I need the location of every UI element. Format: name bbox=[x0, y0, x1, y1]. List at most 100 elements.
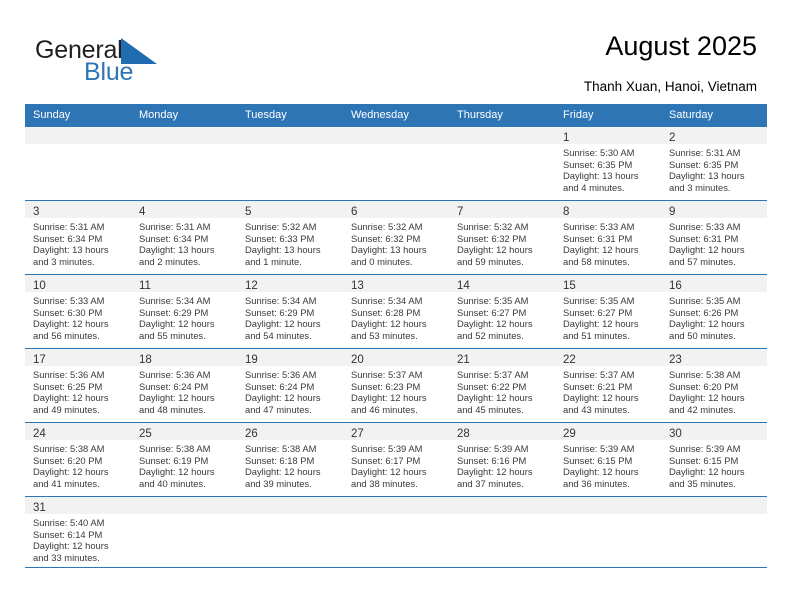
daylight-text-line1: Daylight: 12 hours bbox=[457, 392, 533, 404]
calendar-day-cell[interactable]: 2 Sunrise: 5:31 AM Sunset: 6:35 PM Daylight… bbox=[661, 126, 767, 201]
day-sun-info: Sunrise: 5:34 AM Sunset: 6:28 PM Daylight:… bbox=[343, 292, 449, 342]
calendar-day-cell[interactable]: 8 Sunrise: 5:33 AM Sunset: 6:31 PM Daylight… bbox=[555, 200, 661, 275]
day-number-band: 20 bbox=[343, 349, 449, 366]
sunset-text: Sunset: 6:23 PM bbox=[351, 380, 421, 392]
daylight-text-line2: and 58 minutes. bbox=[563, 256, 630, 268]
calendar-day-cell[interactable]: 18 Sunrise: 5:36 AM Sunset: 6:24 PM Dayligh… bbox=[131, 348, 237, 423]
calendar-day-cell[interactable]: 5 Sunrise: 5:32 AM Sunset: 6:33 PM Daylight… bbox=[237, 200, 343, 275]
day-number: 10 bbox=[33, 280, 46, 292]
day-sun-info: Sunrise: 5:36 AM Sunset: 6:24 PM Daylight:… bbox=[131, 366, 237, 416]
day-cell-inner bbox=[555, 497, 661, 570]
calendar-day-cell[interactable]: 21 Sunrise: 5:37 AM Sunset: 6:22 PM Dayligh… bbox=[449, 348, 555, 423]
sunrise-text: Sunrise: 5:30 AM bbox=[563, 147, 635, 158]
day-number: 20 bbox=[351, 354, 364, 366]
day-cell-inner: 21 Sunrise: 5:37 AM Sunset: 6:22 PM Dayligh… bbox=[449, 349, 555, 422]
daylight-text-line1: Daylight: 12 hours bbox=[139, 466, 215, 478]
day-sun-info: Sunrise: 5:32 AM Sunset: 6:32 PM Daylight:… bbox=[343, 218, 449, 268]
calendar-day-cell[interactable]: 28 Sunrise: 5:39 AM Sunset: 6:16 PM Dayligh… bbox=[449, 422, 555, 497]
daylight-text-line1: Daylight: 12 hours bbox=[139, 392, 215, 404]
daylight-text-line1: Daylight: 12 hours bbox=[139, 318, 215, 330]
day-cell-inner: 14 Sunrise: 5:35 AM Sunset: 6:27 PM Dayligh… bbox=[449, 275, 555, 348]
sunrise-text: Sunrise: 5:35 AM bbox=[669, 295, 741, 306]
calendar-day-cell[interactable]: 30 Sunrise: 5:39 AM Sunset: 6:15 PM Dayligh… bbox=[661, 422, 767, 497]
day-sun-info: Sunrise: 5:33 AM Sunset: 6:30 PM Daylight:… bbox=[25, 292, 131, 342]
calendar-day-cell[interactable]: 9 Sunrise: 5:33 AM Sunset: 6:31 PM Daylight… bbox=[661, 200, 767, 275]
calendar-week-row: 31 Sunrise: 5:40 AM Sunset: 6:14 PM Dayligh… bbox=[25, 496, 767, 570]
day-cell-inner: 5 Sunrise: 5:32 AM Sunset: 6:33 PM Daylight… bbox=[237, 201, 343, 274]
daylight-text-line2: and 33 minutes. bbox=[33, 552, 100, 564]
calendar-day-cell[interactable]: 7 Sunrise: 5:32 AM Sunset: 6:32 PM Daylight… bbox=[449, 200, 555, 275]
daylight-text-line1: Daylight: 13 hours bbox=[563, 170, 639, 182]
calendar-day-cell-empty bbox=[237, 496, 343, 570]
calendar-day-cell[interactable]: 11 Sunrise: 5:34 AM Sunset: 6:29 PM Dayligh… bbox=[131, 274, 237, 349]
daylight-text-line1: Daylight: 12 hours bbox=[669, 318, 745, 330]
sunset-text: Sunset: 6:24 PM bbox=[245, 380, 315, 392]
calendar-week-row: 24 Sunrise: 5:38 AM Sunset: 6:20 PM Dayligh… bbox=[25, 422, 767, 497]
daylight-text-line2: and 35 minutes. bbox=[669, 478, 736, 490]
daylight-text-line2: and 52 minutes. bbox=[457, 330, 524, 342]
day-cell-inner bbox=[131, 127, 237, 200]
calendar-day-cell[interactable]: 27 Sunrise: 5:39 AM Sunset: 6:17 PM Dayligh… bbox=[343, 422, 449, 497]
sunset-text: Sunset: 6:33 PM bbox=[245, 232, 315, 244]
day-cell-inner: 13 Sunrise: 5:34 AM Sunset: 6:28 PM Dayligh… bbox=[343, 275, 449, 348]
calendar-day-cell[interactable]: 1 Sunrise: 5:30 AM Sunset: 6:35 PM Daylight… bbox=[555, 126, 661, 201]
sunrise-text: Sunrise: 5:39 AM bbox=[351, 443, 423, 454]
logo-text-blue: Blue bbox=[84, 58, 134, 86]
daylight-text-line1: Daylight: 13 hours bbox=[33, 244, 109, 256]
day-cell-inner: 8 Sunrise: 5:33 AM Sunset: 6:31 PM Daylight… bbox=[555, 201, 661, 274]
calendar-day-cell[interactable]: 31 Sunrise: 5:40 AM Sunset: 6:14 PM Dayligh… bbox=[25, 496, 131, 570]
calendar-day-cell[interactable]: 10 Sunrise: 5:33 AM Sunset: 6:30 PM Dayligh… bbox=[25, 274, 131, 349]
sunset-text: Sunset: 6:31 PM bbox=[669, 232, 739, 244]
day-cell-inner: 26 Sunrise: 5:38 AM Sunset: 6:18 PM Dayligh… bbox=[237, 423, 343, 496]
sunrise-text: Sunrise: 5:35 AM bbox=[457, 295, 529, 306]
page-header: General Blue August 2025 Thanh Xuan, Han… bbox=[0, 0, 792, 103]
day-number: 21 bbox=[457, 354, 470, 366]
daylight-text-line2: and 48 minutes. bbox=[139, 404, 206, 416]
daylight-text-line2: and 0 minutes. bbox=[351, 256, 413, 268]
calendar-day-cell[interactable]: 23 Sunrise: 5:38 AM Sunset: 6:20 PM Dayligh… bbox=[661, 348, 767, 423]
day-cell-inner bbox=[131, 497, 237, 570]
calendar-day-cell[interactable]: 17 Sunrise: 5:36 AM Sunset: 6:25 PM Dayligh… bbox=[25, 348, 131, 423]
day-number-band: 17 bbox=[25, 349, 131, 366]
weekday-header-wednesday: Wednesday bbox=[343, 104, 449, 127]
calendar-day-cell[interactable]: 16 Sunrise: 5:35 AM Sunset: 6:26 PM Dayligh… bbox=[661, 274, 767, 349]
calendar-body: 1 Sunrise: 5:30 AM Sunset: 6:35 PM Daylight… bbox=[25, 126, 767, 570]
day-number-band bbox=[25, 127, 131, 144]
sunset-text: Sunset: 6:17 PM bbox=[351, 454, 421, 466]
sunrise-text: Sunrise: 5:38 AM bbox=[139, 443, 211, 454]
day-cell-inner: 6 Sunrise: 5:32 AM Sunset: 6:32 PM Daylight… bbox=[343, 201, 449, 274]
calendar-day-cell[interactable]: 4 Sunrise: 5:31 AM Sunset: 6:34 PM Daylight… bbox=[131, 200, 237, 275]
sunset-text: Sunset: 6:21 PM bbox=[563, 380, 633, 392]
daylight-text-line2: and 51 minutes. bbox=[563, 330, 630, 342]
day-number: 18 bbox=[139, 354, 152, 366]
day-number: 13 bbox=[351, 280, 364, 292]
day-number: 2 bbox=[669, 132, 676, 144]
calendar-day-cell[interactable]: 26 Sunrise: 5:38 AM Sunset: 6:18 PM Dayligh… bbox=[237, 422, 343, 497]
calendar-day-cell[interactable]: 6 Sunrise: 5:32 AM Sunset: 6:32 PM Daylight… bbox=[343, 200, 449, 275]
calendar-day-cell[interactable]: 22 Sunrise: 5:37 AM Sunset: 6:21 PM Dayligh… bbox=[555, 348, 661, 423]
weekday-header-tuesday: Tuesday bbox=[237, 104, 343, 127]
calendar-day-cell[interactable]: 14 Sunrise: 5:35 AM Sunset: 6:27 PM Dayligh… bbox=[449, 274, 555, 349]
day-sun-info: Sunrise: 5:35 AM Sunset: 6:27 PM Daylight:… bbox=[555, 292, 661, 342]
calendar-day-cell[interactable]: 13 Sunrise: 5:34 AM Sunset: 6:28 PM Dayligh… bbox=[343, 274, 449, 349]
sunrise-text: Sunrise: 5:32 AM bbox=[457, 221, 529, 232]
calendar-day-cell[interactable]: 25 Sunrise: 5:38 AM Sunset: 6:19 PM Dayligh… bbox=[131, 422, 237, 497]
day-number: 28 bbox=[457, 428, 470, 440]
calendar-day-cell[interactable]: 24 Sunrise: 5:38 AM Sunset: 6:20 PM Dayligh… bbox=[25, 422, 131, 497]
day-number-band: 10 bbox=[25, 275, 131, 292]
calendar-day-cell[interactable]: 20 Sunrise: 5:37 AM Sunset: 6:23 PM Dayligh… bbox=[343, 348, 449, 423]
sunset-text: Sunset: 6:35 PM bbox=[563, 158, 633, 170]
calendar-day-cell[interactable]: 12 Sunrise: 5:34 AM Sunset: 6:29 PM Dayligh… bbox=[237, 274, 343, 349]
calendar-day-cell[interactable]: 15 Sunrise: 5:35 AM Sunset: 6:27 PM Dayligh… bbox=[555, 274, 661, 349]
daylight-text-line1: Daylight: 12 hours bbox=[33, 318, 109, 330]
calendar-day-cell[interactable]: 19 Sunrise: 5:36 AM Sunset: 6:24 PM Dayligh… bbox=[237, 348, 343, 423]
day-number-band: 24 bbox=[25, 423, 131, 440]
calendar-day-cell[interactable]: 3 Sunrise: 5:31 AM Sunset: 6:34 PM Daylight… bbox=[25, 200, 131, 275]
daylight-text-line2: and 37 minutes. bbox=[457, 478, 524, 490]
calendar-day-cell[interactable]: 29 Sunrise: 5:39 AM Sunset: 6:15 PM Dayligh… bbox=[555, 422, 661, 497]
day-cell-inner: 9 Sunrise: 5:33 AM Sunset: 6:31 PM Daylight… bbox=[661, 201, 767, 274]
day-sun-info: Sunrise: 5:33 AM Sunset: 6:31 PM Daylight:… bbox=[555, 218, 661, 268]
calendar-day-cell-empty bbox=[661, 496, 767, 570]
daylight-text-line1: Daylight: 12 hours bbox=[563, 466, 639, 478]
sunrise-text: Sunrise: 5:32 AM bbox=[245, 221, 317, 232]
